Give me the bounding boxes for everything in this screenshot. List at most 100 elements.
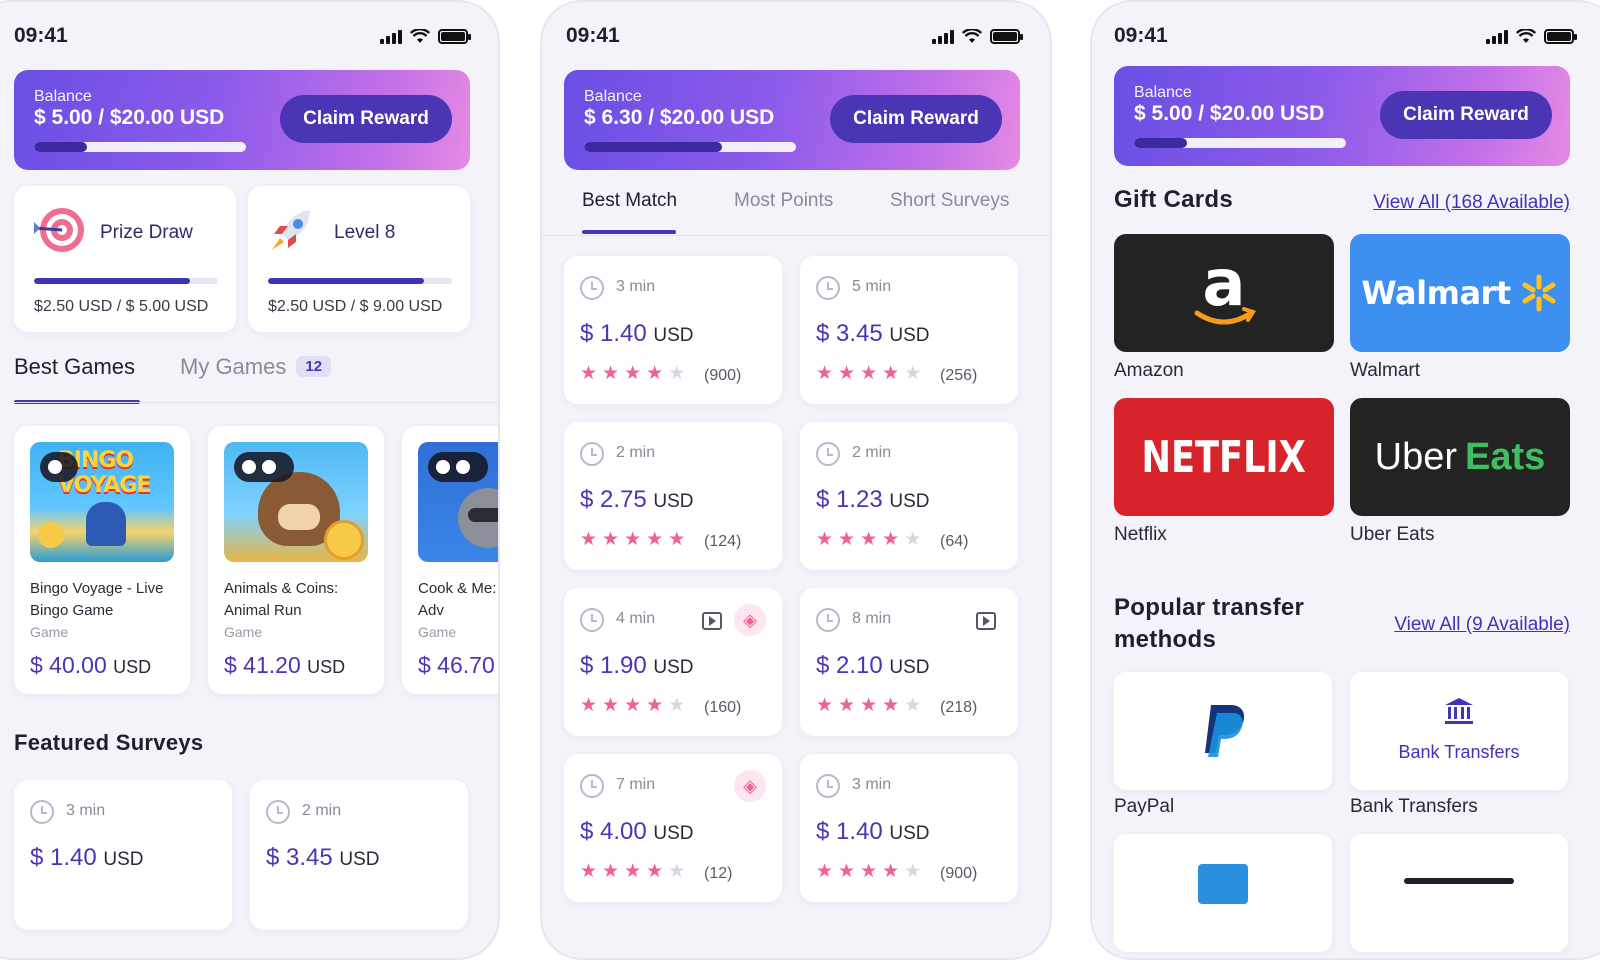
- coin-graphic: [38, 522, 64, 548]
- walmart-spark-icon: [1522, 274, 1556, 312]
- wifi-icon: [1516, 28, 1536, 43]
- rocket-icon: [272, 210, 310, 250]
- star-icon: ★: [860, 695, 878, 716]
- star-icon: ★: [580, 529, 598, 550]
- star-icon: ★: [882, 363, 900, 384]
- rating-count: (12): [704, 865, 733, 882]
- balance-label: Balance: [34, 88, 92, 105]
- game-name: Cook & Me: Kate's Adv: [418, 580, 498, 619]
- survey-card[interactable]: 2 min $ 1.23 USD ★ ★ ★ ★ ★ (64): [800, 422, 1018, 570]
- balance-progress: [34, 142, 246, 152]
- tab-short-surveys[interactable]: Short Surveys: [890, 190, 1009, 212]
- screen-games: 09:41 Balance $ 5.00 / $20.00 USD Claim …: [0, 0, 500, 960]
- prize-draw-card[interactable]: Prize Draw $2.50 USD / $ 5.00 USD: [14, 186, 236, 332]
- survey-price: $ 1.90 USD: [580, 652, 694, 679]
- star-icon: ★: [646, 363, 664, 384]
- star-icon: ★: [904, 529, 922, 550]
- signal-icon: [1486, 28, 1508, 44]
- survey-time: 8 min: [852, 610, 892, 627]
- survey-price: $ 2.75 USD: [580, 486, 694, 513]
- screen-surveys: 09:41 Balance $ 6.30 / $20.00 USD Claim …: [540, 0, 1052, 960]
- star-icon: ★: [904, 861, 922, 882]
- survey-price: $ 3.45 USD: [816, 320, 930, 347]
- survey-time: 3 min: [852, 776, 892, 793]
- survey-card[interactable]: 3 min $ 1.40 USD: [14, 780, 232, 930]
- gift-card-name: Uber Eats: [1350, 524, 1435, 545]
- tab-most-points[interactable]: Most Points: [734, 190, 833, 212]
- tab-best-games[interactable]: Best Games: [14, 354, 135, 380]
- method-card-bank-transfers[interactable]: Bank Transfers: [1350, 672, 1568, 790]
- gift-card-walmart[interactable]: Walmart Walmart: [1350, 234, 1570, 384]
- survey-time: 2 min: [302, 802, 342, 819]
- game-price: $ 46.70: [418, 652, 495, 678]
- video-icon: [976, 612, 996, 630]
- survey-time: 3 min: [66, 802, 106, 819]
- star-icon: ★: [882, 695, 900, 716]
- star-icon: ★: [668, 695, 686, 716]
- survey-card[interactable]: 4 min ◈ $ 1.90 USD ★ ★ ★ ★ ★ (160): [564, 588, 782, 736]
- claim-reward-button[interactable]: Claim Reward: [1380, 91, 1552, 139]
- survey-card[interactable]: 5 min $ 3.45 USD ★ ★ ★ ★ ★ (256): [800, 256, 1018, 404]
- star-icon: ★: [882, 529, 900, 550]
- balance-amount: $ 6.30 / $20.00 USD: [584, 106, 775, 129]
- captain-figure: [86, 502, 126, 546]
- prize-draw-value: $2.50 USD / $ 5.00 USD: [34, 298, 209, 315]
- netflix-logo-text: NETFLIX: [1141, 431, 1307, 483]
- clock-icon: [816, 442, 840, 466]
- level-title: Level 8: [334, 222, 396, 243]
- survey-price: $ 1.40 USD: [816, 818, 930, 845]
- level-progress: [268, 278, 452, 284]
- wifi-icon: [410, 28, 430, 43]
- claim-reward-button[interactable]: Claim Reward: [830, 95, 1002, 143]
- claim-reward-button[interactable]: Claim Reward: [280, 95, 452, 143]
- tab-best-match[interactable]: Best Match: [582, 190, 677, 212]
- signal-icon: [932, 28, 954, 44]
- balance-progress: [584, 142, 796, 152]
- game-card[interactable]: Cook & Me: Kate's Adv Game $ 46.70: [402, 426, 498, 694]
- star-icon: ★: [602, 529, 620, 550]
- game-card[interactable]: BINGO VOYAGE Bingo Voyage - Live Bingo G…: [14, 426, 190, 694]
- paypal-logo-icon: [1205, 705, 1245, 757]
- my-games-count-badge: 12: [296, 356, 332, 377]
- rating-stars: ★ ★ ★ ★ ★: [580, 862, 685, 881]
- star-icon: ★: [904, 363, 922, 384]
- method-card-paypal[interactable]: [1114, 672, 1332, 790]
- survey-card[interactable]: 2 min $ 2.75 USD ★ ★ ★ ★ ★ (124): [564, 422, 782, 570]
- raccoon-mask: [468, 508, 498, 522]
- tab-my-games-label: My Games: [180, 354, 287, 379]
- method-logo-icon: [1198, 864, 1248, 904]
- star-icon: ★: [624, 363, 642, 384]
- survey-card[interactable]: 8 min $ 2.10 USD ★ ★ ★ ★ ★ (218): [800, 588, 1018, 736]
- game-card[interactable]: Animals & Coins: Animal Run Game $ 41.20…: [208, 426, 384, 694]
- method-card[interactable]: [1114, 834, 1332, 952]
- amazon-logo-icon: a: [1194, 251, 1257, 325]
- clock-icon: [580, 276, 604, 300]
- star-icon: ★: [838, 861, 856, 882]
- survey-card[interactable]: 3 min $ 1.40 USD ★ ★ ★ ★ ★ (900): [564, 256, 782, 404]
- star-icon: ★: [882, 861, 900, 882]
- star-icon: ★: [838, 529, 856, 550]
- svg-text:a: a: [1202, 251, 1245, 321]
- transfer-methods-view-all-link[interactable]: View All (9 Available): [1394, 614, 1570, 636]
- tab-my-games[interactable]: My Games 12: [180, 354, 332, 380]
- gift-card-amazon[interactable]: a Amazon: [1114, 234, 1334, 384]
- gift-card-uber-eats[interactable]: Uber Eats Uber Eats: [1350, 398, 1570, 548]
- uber-eats-logo-tile: Uber Eats: [1350, 398, 1570, 516]
- tab-active-indicator: [582, 230, 676, 234]
- star-icon: ★: [838, 363, 856, 384]
- game-thumbnail: [418, 442, 498, 562]
- game-type: Game: [224, 624, 263, 640]
- method-card[interactable]: [1350, 834, 1568, 952]
- gift-card-netflix[interactable]: NETFLIX Netflix: [1114, 398, 1334, 548]
- rating-count: (900): [704, 367, 742, 384]
- survey-card[interactable]: 7 min ◈ $ 4.00 USD ★ ★ ★ ★ ★ (12): [564, 754, 782, 902]
- clock-icon: [580, 608, 604, 632]
- gift-cards-view-all-link[interactable]: View All (168 Available): [1373, 192, 1570, 214]
- star-icon: ★: [624, 861, 642, 882]
- screen-rewards: 09:41 Balance $ 5.00 / $20.00 USD Claim …: [1090, 0, 1600, 960]
- level-card[interactable]: Level 8 $2.50 USD / $ 9.00 USD: [248, 186, 470, 332]
- survey-time: 2 min: [616, 444, 656, 461]
- survey-card[interactable]: 2 min $ 3.45 USD: [250, 780, 468, 930]
- survey-card[interactable]: 3 min $ 1.40 USD ★ ★ ★ ★ ★ (900): [800, 754, 1018, 902]
- game-type: Game: [30, 624, 69, 640]
